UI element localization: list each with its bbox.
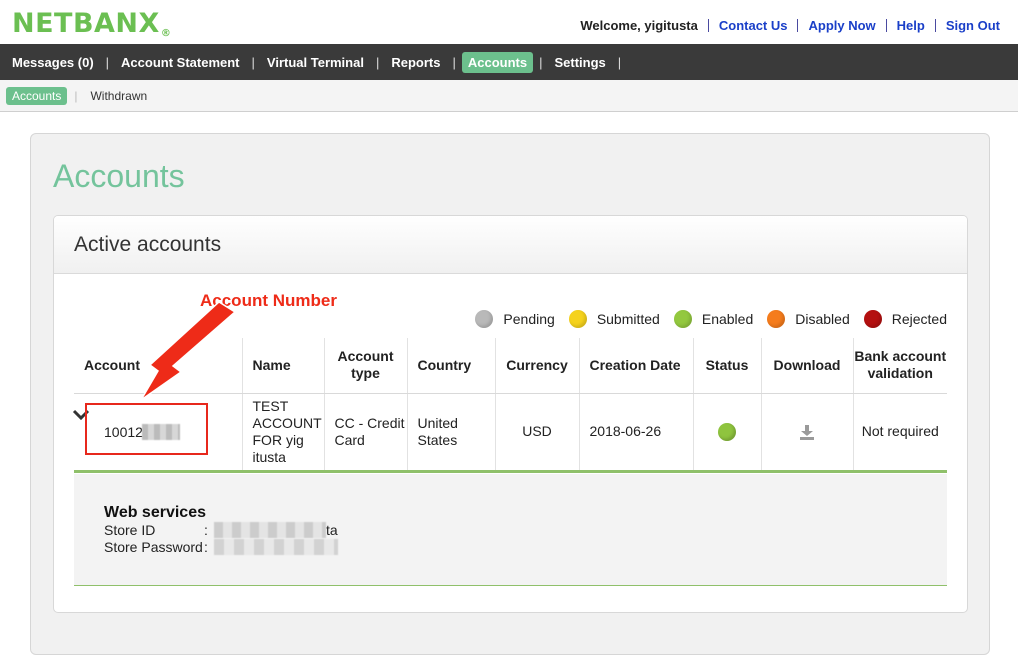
account-type: CC - Credit Card — [323, 393, 407, 473]
download-icon[interactable] — [798, 423, 816, 441]
account-creation-date: 2018-06-26 — [578, 393, 693, 473]
col-account[interactable]: Account — [74, 338, 242, 394]
rejected-status-icon — [863, 310, 882, 328]
account-name: TEST ACCOUNT FOR yig itusta — [241, 393, 324, 473]
legend-enabled: Enabled — [673, 310, 754, 328]
store-password-row: Store Password : — [104, 539, 338, 555]
col-download[interactable]: Download — [760, 338, 853, 394]
legend-rejected: Rejected — [863, 310, 947, 328]
page-title: Accounts — [53, 158, 185, 194]
col-bank-account-validation[interactable]: Bank account validation — [852, 338, 947, 394]
nav-separator: | — [251, 54, 255, 70]
colon: : — [204, 522, 208, 538]
table-header-row: Account Name Account type Country Curren… — [74, 338, 947, 394]
logo-text: NETBANX — [12, 8, 160, 39]
web-services-section: Web services Store ID : ta Store Passwor… — [74, 474, 947, 586]
nav-separator: | — [105, 54, 110, 70]
nav-messages[interactable]: Messages (0) — [6, 52, 100, 73]
nav-reports[interactable]: Reports — [385, 52, 446, 73]
status-legend: Pending Submitted Enabled Disabled Rejec… — [461, 310, 947, 328]
contact-us-link[interactable]: Contact Us — [709, 18, 798, 33]
colon: : — [204, 539, 208, 555]
status-cell — [692, 393, 761, 473]
main-nav: Messages (0) | Account Statement | Virtu… — [0, 44, 1018, 80]
enabled-status-icon — [673, 310, 692, 328]
subnav-withdrawn[interactable]: Withdrawn — [84, 87, 153, 105]
redacted-store-id — [214, 522, 326, 538]
pending-status-icon — [475, 310, 494, 328]
legend-submitted: Submitted — [568, 310, 660, 328]
enabled-status-icon — [718, 422, 736, 441]
account-number-annotation: Account Number — [200, 291, 337, 310]
subnav-accounts[interactable]: Accounts — [6, 86, 68, 105]
account-number-highlight — [85, 403, 208, 455]
nav-separator: | — [452, 54, 456, 70]
nav-separator: | — [375, 54, 380, 70]
legend-label: Disabled — [795, 311, 850, 327]
logo-registered-mark: ® — [160, 28, 172, 39]
web-services-title: Web services — [104, 504, 206, 521]
nav-virtual-terminal[interactable]: Virtual Terminal — [261, 52, 370, 73]
active-accounts-panel: Active accounts Pending Submitted Enable… — [53, 215, 968, 613]
nav-account-statement[interactable]: Account Statement — [115, 52, 245, 73]
accounts-page-panel: Accounts Active accounts Pending Submitt… — [30, 133, 990, 655]
redacted-store-password — [214, 539, 338, 555]
disabled-status-icon — [767, 310, 786, 328]
apply-now-link[interactable]: Apply Now — [798, 18, 885, 33]
col-name[interactable]: Name — [241, 338, 324, 394]
store-id-suffix: ta — [326, 522, 338, 538]
col-currency[interactable]: Currency — [494, 338, 579, 394]
top-header: NETBANX® Welcome, yigitusta Contact Us A… — [0, 0, 1018, 44]
col-account-type[interactable]: Account type — [323, 338, 407, 394]
netbanx-logo[interactable]: NETBANX® — [12, 8, 171, 39]
account-country: United States — [406, 393, 495, 473]
col-country[interactable]: Country — [406, 338, 495, 394]
store-id-label: Store ID — [104, 522, 156, 538]
help-link[interactable]: Help — [887, 18, 935, 33]
sign-out-link[interactable]: Sign Out — [936, 18, 1008, 33]
submitted-status-icon — [568, 310, 587, 328]
store-id-row: Store ID : ta — [104, 522, 338, 538]
account-currency: USD — [494, 393, 579, 473]
store-password-label: Store Password — [104, 539, 203, 555]
panel-header: Active accounts — [54, 216, 967, 274]
col-creation-date[interactable]: Creation Date — [578, 338, 693, 394]
nav-accounts[interactable]: Accounts — [461, 51, 534, 73]
download-cell — [760, 393, 853, 473]
welcome-text: Welcome, yigitusta — [580, 18, 698, 33]
panel-title: Active accounts — [74, 232, 222, 256]
legend-label: Submitted — [596, 311, 660, 327]
nav-separator: | — [617, 54, 622, 70]
nav-separator: | — [539, 54, 543, 70]
sub-nav: Accounts | Withdrawn — [0, 80, 1018, 112]
bank-validation-status: Not required — [852, 393, 947, 473]
legend-label: Pending — [503, 311, 555, 327]
user-links: Welcome, yigitusta Contact Us Apply Now … — [580, 18, 1008, 33]
legend-label: Rejected — [891, 311, 947, 327]
subnav-separator: | — [74, 88, 78, 103]
nav-settings[interactable]: Settings — [549, 52, 612, 73]
legend-disabled: Disabled — [767, 310, 850, 328]
legend-label: Enabled — [701, 311, 754, 327]
legend-pending: Pending — [475, 310, 555, 328]
col-status[interactable]: Status — [692, 338, 761, 394]
